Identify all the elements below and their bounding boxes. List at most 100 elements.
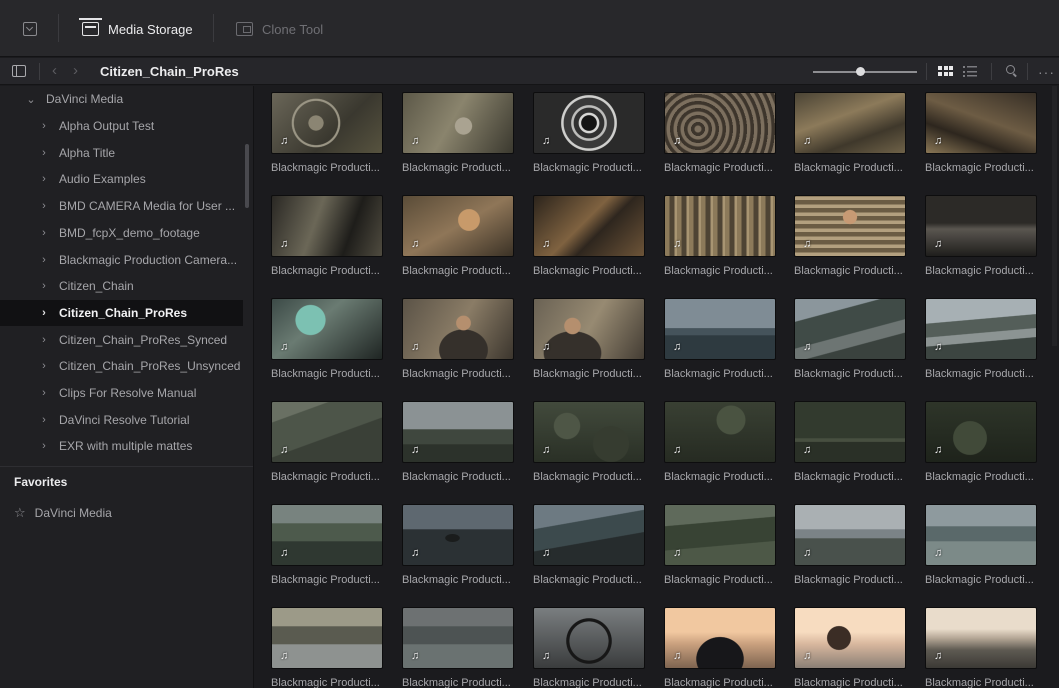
sidebar-folder-item[interactable]: › Clips For Resolve Manual xyxy=(0,380,243,406)
sidebar-scrollbar[interactable] xyxy=(245,144,249,208)
clip-thumbnail[interactable]: ♫ Blackmagic Producti... xyxy=(925,401,1037,483)
sidebar-folder-item[interactable]: › Citizen_Chain_ProRes_Unsynced xyxy=(0,353,243,379)
tree-root-davinci-media[interactable]: ⌄ DaVinci Media xyxy=(0,86,243,112)
clip-thumbnail[interactable]: ♫ Blackmagic Producti... xyxy=(402,401,514,483)
clip-thumbnail[interactable]: ♫ Blackmagic Producti... xyxy=(533,607,645,688)
clip-caption: Blackmagic Producti... xyxy=(664,162,773,174)
clip-preview-image: ♫ xyxy=(271,298,383,360)
chevron-right-icon: › xyxy=(42,413,46,426)
more-options-icon[interactable]: ··· xyxy=(1038,64,1055,80)
clip-thumbnail[interactable]: ♫ Blackmagic Producti... xyxy=(402,298,514,380)
clip-thumbnail[interactable]: ♫ Blackmagic Producti... xyxy=(271,401,383,483)
header-divider xyxy=(39,63,40,80)
sidebar-folder-item[interactable]: › Citizen_Chain xyxy=(0,273,243,299)
clip-thumbnail[interactable]: ♫ Blackmagic Producti... xyxy=(664,504,776,586)
grid-scrollbar[interactable] xyxy=(1052,86,1057,346)
clip-thumbnail[interactable]: ♫ Blackmagic Producti... xyxy=(271,92,383,174)
clip-preview-image: ♫ xyxy=(794,298,906,360)
audio-note-icon: ♫ xyxy=(411,547,420,559)
sidebar-folder-item[interactable]: › Citizen_Chain_ProRes xyxy=(0,299,243,326)
chevron-down-icon: ⌄ xyxy=(26,93,36,106)
clip-thumbnail[interactable]: ♫ Blackmagic Producti... xyxy=(271,504,383,586)
clip-thumbnail[interactable]: ♫ Blackmagic Producti... xyxy=(664,92,776,174)
sidebar-folder-label: Alpha Title xyxy=(59,145,116,160)
audio-note-icon: ♫ xyxy=(934,341,943,353)
audio-note-icon: ♫ xyxy=(280,238,289,250)
clip-preview-image: ♫ xyxy=(794,92,906,154)
clip-thumbnail[interactable]: ♫ Blackmagic Producti... xyxy=(402,607,514,688)
sidebar-folder-item[interactable]: › Alpha Title xyxy=(0,140,243,166)
sidebar-folder-item[interactable]: › BMD CAMERA Media for User ... xyxy=(0,193,243,219)
clip-grid: ♫ Blackmagic Producti... ♫ Blackmagic Produ… xyxy=(255,86,1059,688)
clip-thumbnail[interactable]: ♫ Blackmagic Producti... xyxy=(533,92,645,174)
clip-thumbnail[interactable]: ♫ Blackmagic Producti... xyxy=(925,195,1037,277)
sidebar-folder-item[interactable]: › Audio Examples xyxy=(0,166,243,192)
clip-thumbnail[interactable]: ♫ Blackmagic Producti... xyxy=(794,92,906,174)
sidebar-folder-item[interactable]: › Citizen_Chain_ProRes_Synced xyxy=(0,327,243,353)
clip-thumbnail[interactable]: ♫ Blackmagic Producti... xyxy=(925,298,1037,380)
chevron-right-icon: › xyxy=(42,306,46,319)
thumbnail-zoom-slider[interactable] xyxy=(813,67,917,76)
clip-thumbnail[interactable]: ♫ Blackmagic Producti... xyxy=(533,195,645,277)
clip-thumbnail[interactable]: ♫ Blackmagic Producti... xyxy=(271,195,383,277)
clip-thumbnail[interactable]: ♫ Blackmagic Producti... xyxy=(794,504,906,586)
media-storage-tab[interactable]: Media Storage xyxy=(79,18,193,40)
clip-caption: Blackmagic Producti... xyxy=(533,368,642,380)
sidebar-folder-item[interactable]: › Alpha Output Test xyxy=(0,113,243,139)
clip-preview-image: ♫ xyxy=(271,607,383,669)
clip-thumbnail[interactable]: ♫ Blackmagic Producti... xyxy=(533,298,645,380)
clip-preview-image: ♫ xyxy=(925,607,1037,669)
clip-caption: Blackmagic Producti... xyxy=(794,265,903,277)
clip-caption: Blackmagic Producti... xyxy=(402,574,511,586)
clip-thumbnail[interactable]: ♫ Blackmagic Producti... xyxy=(402,92,514,174)
clip-thumbnail[interactable]: ♫ Blackmagic Producti... xyxy=(794,195,906,277)
sidebar-folder-item[interactable]: › EXR with multiple mattes xyxy=(0,433,243,459)
list-view-icon[interactable] xyxy=(963,66,977,77)
clip-thumbnail[interactable]: ♫ Blackmagic Producti... xyxy=(271,607,383,688)
clip-thumbnail[interactable]: ♫ Blackmagic Producti... xyxy=(271,298,383,380)
audio-note-icon: ♫ xyxy=(542,444,551,456)
clip-caption: Blackmagic Producti... xyxy=(271,162,380,174)
clip-caption: Blackmagic Producti... xyxy=(794,471,903,483)
clip-preview-image: ♫ xyxy=(664,504,776,566)
clip-thumbnail[interactable]: ♫ Blackmagic Producti... xyxy=(402,195,514,277)
header-divider xyxy=(991,63,992,80)
sidebar-folder-item[interactable]: › BMD_fcpX_demo_footage xyxy=(0,220,243,246)
clip-thumbnail[interactable]: ♫ Blackmagic Producti... xyxy=(794,298,906,380)
search-icon[interactable] xyxy=(1006,65,1015,74)
zoom-slider-knob[interactable] xyxy=(855,67,865,76)
chevron-right-icon: › xyxy=(42,360,46,373)
clip-caption: Blackmagic Producti... xyxy=(794,677,903,688)
collapse-panel-icon[interactable] xyxy=(23,22,37,36)
clip-thumbnail[interactable]: ♫ Blackmagic Producti... xyxy=(402,504,514,586)
clip-thumbnail[interactable]: ♫ Blackmagic Producti... xyxy=(664,298,776,380)
clip-thumbnail[interactable]: ♫ Blackmagic Producti... xyxy=(794,401,906,483)
clip-thumbnail[interactable]: ♫ Blackmagic Producti... xyxy=(664,607,776,688)
header-divider xyxy=(1027,63,1028,80)
clip-thumbnail[interactable]: ♫ Blackmagic Producti... xyxy=(925,92,1037,174)
sidebar-folder-label: Citizen_Chain_ProRes xyxy=(59,305,188,320)
clone-tool-tab[interactable]: Clone Tool xyxy=(236,18,323,40)
folder-tree: ⌄ DaVinci Media › Alpha Output Test › Alpha… xyxy=(0,86,253,466)
clip-thumbnail[interactable]: ♫ Blackmagic Producti... xyxy=(533,504,645,586)
sidebar-folder-item[interactable]: › Blackmagic Production Camera... xyxy=(0,247,243,273)
audio-note-icon: ♫ xyxy=(411,341,420,353)
thumbnail-view-icon[interactable] xyxy=(938,66,953,77)
clip-thumbnail[interactable]: ♫ Blackmagic Producti... xyxy=(533,401,645,483)
clip-thumbnail[interactable]: ♫ Blackmagic Producti... xyxy=(794,607,906,688)
clip-preview-image: ♫ xyxy=(925,92,1037,154)
audio-note-icon: ♫ xyxy=(934,444,943,456)
clip-thumbnail[interactable]: ♫ Blackmagic Producti... xyxy=(664,195,776,277)
clip-preview-image: ♫ xyxy=(925,298,1037,360)
clip-thumbnail[interactable]: ♫ Blackmagic Producti... xyxy=(664,401,776,483)
favorite-item-davinci-media[interactable]: ☆ DaVinci Media xyxy=(14,505,112,521)
clip-thumbnail[interactable]: ♫ Blackmagic Producti... xyxy=(925,504,1037,586)
clip-caption: Blackmagic Producti... xyxy=(664,471,773,483)
clip-preview-image: ♫ xyxy=(794,195,906,257)
forward-arrow-icon[interactable]: › xyxy=(73,62,78,79)
sidebar-toggle-icon[interactable] xyxy=(12,65,26,77)
sidebar-folder-item[interactable]: › DaVinci Resolve Tutorial xyxy=(0,407,243,433)
clip-thumbnail[interactable]: ♫ Blackmagic Producti... xyxy=(925,607,1037,688)
clip-caption: Blackmagic Producti... xyxy=(533,677,642,688)
back-arrow-icon[interactable]: ‹ xyxy=(52,62,57,79)
